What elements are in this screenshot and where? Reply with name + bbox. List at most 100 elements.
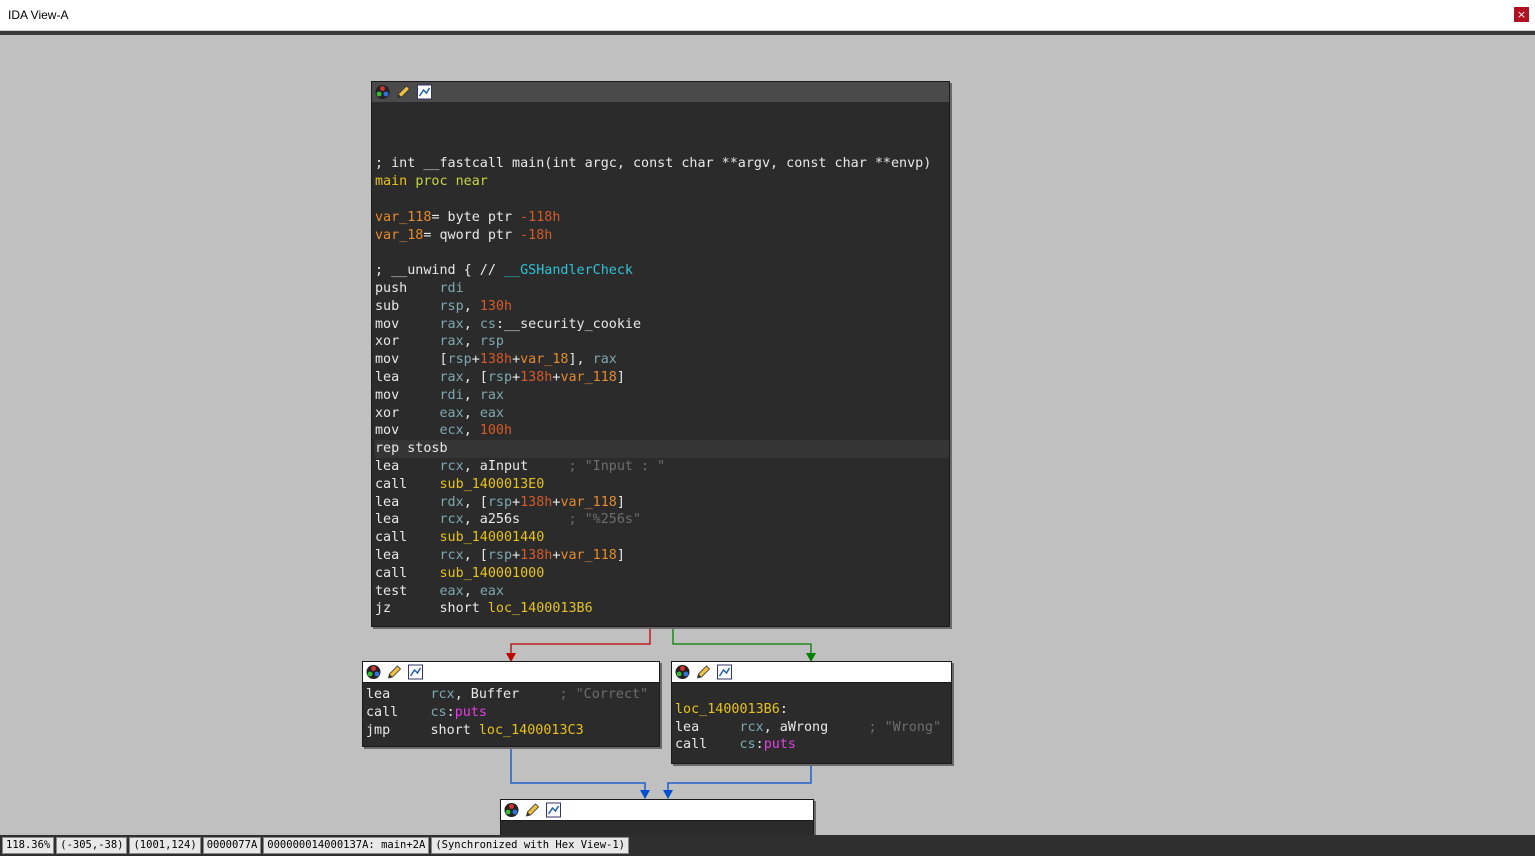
code-token: + <box>471 352 480 368</box>
cursor-position: (1001,124) <box>129 837 201 854</box>
color-palette-icon[interactable] <box>374 84 391 100</box>
code-line[interactable]: call sub_140001000 <box>375 565 949 583</box>
code-token: 138h <box>479 352 513 368</box>
code-token: var_118 <box>560 494 617 510</box>
code-token: 138h <box>520 494 553 510</box>
code-line[interactable]: mov ecx, 100h <box>375 422 949 440</box>
color-palette-icon[interactable] <box>674 664 691 680</box>
code-line[interactable]: jz short loc_1400013B6 <box>375 600 949 618</box>
code-token: eax <box>439 583 464 599</box>
code-token: , [ <box>463 547 488 563</box>
code-block-wrong[interactable]: loc_1400013B6: lea rcx, aWrong ; "Wrong" c… <box>671 661 952 764</box>
window-titlebar: IDA View-A × <box>0 0 1535 31</box>
color-palette-icon[interactable] <box>503 802 520 818</box>
code-token: eax <box>479 583 504 599</box>
code-token: var_118 <box>560 369 617 385</box>
code-lines[interactable]: ; int __fastcall main(int argc, const ch… <box>372 102 949 618</box>
code-line[interactable]: mov rax, cs:__security_cookie <box>375 316 949 334</box>
color-palette-icon[interactable] <box>365 664 382 680</box>
code-line[interactable]: rep stosb <box>375 440 949 458</box>
code-token: cs <box>739 737 756 753</box>
code-token: rax <box>592 352 617 368</box>
graph-nav-icon[interactable] <box>416 84 433 100</box>
code-line[interactable]: lea rcx, aInput ; "Input : " <box>375 458 949 476</box>
code-token: loc_1400013B6 <box>487 601 593 617</box>
edit-pencil-icon[interactable] <box>386 664 403 680</box>
code-lines[interactable]: lea rcx, Buffer ; "Correct" call cs:puts j… <box>363 683 659 739</box>
edit-pencil-icon[interactable] <box>524 802 541 818</box>
code-token: : <box>779 701 788 717</box>
code-token: cs <box>479 316 496 332</box>
code-line[interactable] <box>375 138 949 156</box>
code-block-correct[interactable]: lea rcx, Buffer ; "Correct" call cs:puts j… <box>362 661 660 747</box>
code-line[interactable]: lea rcx, Buffer ; "Correct" <box>366 686 659 704</box>
code-line[interactable]: loc_1400013B6: <box>675 701 951 719</box>
code-token: sub <box>375 298 440 314</box>
code-line[interactable]: jmp short loc_1400013C3 <box>366 722 659 740</box>
code-token: mov <box>375 387 440 403</box>
code-lines[interactable]: loc_1400013B6: lea rcx, aWrong ; "Wrong" c… <box>672 683 951 754</box>
sync-status: (Synchronized with Hex View-1) <box>431 837 629 854</box>
code-token: , <box>463 423 480 439</box>
code-token: :__security_cookie <box>495 316 642 332</box>
code-line[interactable]: test eax, eax <box>375 583 949 601</box>
code-line[interactable]: ; __unwind { // __GSHandlerCheck <box>375 262 949 280</box>
code-line[interactable] <box>375 102 949 120</box>
code-token: rsp <box>487 494 513 510</box>
code-token: mov [ <box>375 352 448 368</box>
block-header <box>372 82 949 102</box>
code-token: rsp <box>447 352 472 368</box>
code-token: rdi <box>439 280 464 296</box>
code-line[interactable]: sub rsp, 130h <box>375 298 949 316</box>
code-token: : <box>446 704 455 720</box>
code-line[interactable]: lea rdx, [rsp+138h+var_118] <box>375 494 949 512</box>
code-token: rcx <box>439 512 464 528</box>
code-line[interactable] <box>675 683 951 701</box>
code-line[interactable]: mov rdi, rax <box>375 387 949 405</box>
code-line[interactable]: call cs:puts <box>675 736 951 754</box>
code-line[interactable]: mov [rsp+138h+var_18], rax <box>375 351 949 369</box>
code-line[interactable]: xor eax, eax <box>375 405 949 423</box>
code-token: = qword ptr <box>423 227 521 243</box>
code-line[interactable]: lea rcx, a256s ; "%256s" <box>375 511 949 529</box>
code-line[interactable]: main proc near <box>375 173 949 191</box>
code-line[interactable]: push rdi <box>375 280 949 298</box>
code-token: 138h <box>520 547 553 563</box>
graph-nav-icon[interactable] <box>545 802 562 818</box>
code-line[interactable]: call cs:puts <box>366 704 659 722</box>
code-token: = byte ptr <box>431 209 521 225</box>
code-token: , Buffer <box>454 687 560 702</box>
code-block-main[interactable]: ; int __fastcall main(int argc, const ch… <box>371 81 950 627</box>
code-line[interactable] <box>375 120 949 138</box>
code-token: ; "Correct" <box>559 687 649 702</box>
code-line[interactable]: var_118= byte ptr -118h <box>375 209 949 227</box>
code-line[interactable]: ; int __fastcall main(int argc, const ch… <box>375 155 949 173</box>
code-token: var_118 <box>375 209 432 225</box>
code-line[interactable] <box>375 191 949 209</box>
code-line[interactable]: var_18= qword ptr -18h <box>375 227 949 245</box>
graph-nav-icon[interactable] <box>407 664 424 680</box>
code-token: call <box>675 737 740 753</box>
edit-pencil-icon[interactable] <box>395 84 412 100</box>
code-line[interactable]: xor rax, rsp <box>375 333 949 351</box>
code-token: + <box>512 547 521 563</box>
file-offset: 0000077A <box>202 837 262 854</box>
code-line[interactable] <box>375 244 949 262</box>
jump-edge-right-arrow <box>663 790 673 799</box>
graph-canvas[interactable]: ; int __fastcall main(int argc, const ch… <box>1 35 1534 835</box>
graph-nav-icon[interactable] <box>716 664 733 680</box>
code-line[interactable]: lea rcx, [rsp+138h+var_118] <box>375 547 949 565</box>
true-branch-edge <box>672 626 812 655</box>
code-token: mov <box>375 316 440 332</box>
code-token: sub_1400013E0 <box>439 476 545 492</box>
code-line[interactable]: call sub_1400013E0 <box>375 476 949 494</box>
code-line[interactable]: lea rax, [rsp+138h+var_118] <box>375 369 949 387</box>
code-line[interactable]: call sub_140001440 <box>375 529 949 547</box>
close-icon[interactable]: × <box>1514 7 1529 22</box>
edit-pencil-icon[interactable] <box>695 664 712 680</box>
jump-edge-left-arrow <box>640 790 650 799</box>
code-block-loc-1400013C3[interactable] <box>500 799 814 835</box>
code-token: -18h <box>520 227 553 243</box>
code-line[interactable]: lea rcx, aWrong ; "Wrong" <box>675 719 951 737</box>
zoom-level: 118.36% <box>2 837 55 854</box>
